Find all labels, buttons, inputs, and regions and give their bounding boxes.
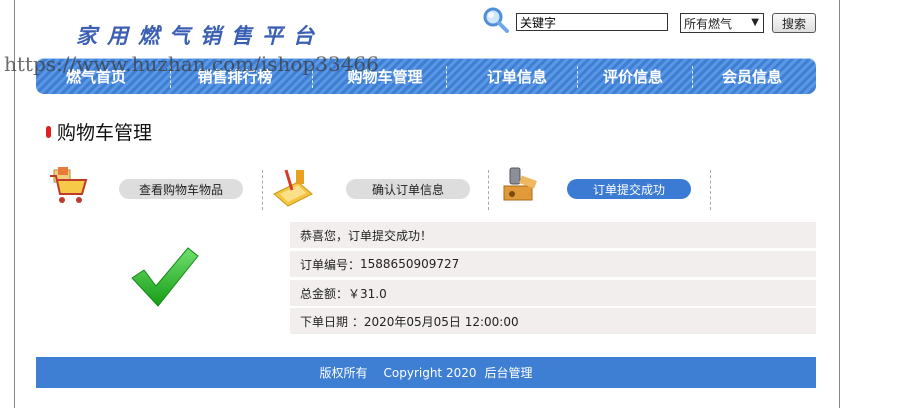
nav-item-cart[interactable]: 购物车管理	[330, 58, 440, 94]
order-total-value: ￥31.0	[348, 286, 387, 301]
category-select[interactable]: 所有燃气 ▼	[680, 13, 764, 33]
shopping-cart-icon	[50, 167, 88, 203]
tools-icon	[503, 167, 537, 201]
step-order-success[interactable]: 订单提交成功	[567, 179, 691, 199]
success-message-text: 恭喜您，订单提交成功！	[300, 228, 433, 243]
step-divider	[710, 170, 712, 210]
nav-item-home[interactable]: 燃气首页	[50, 58, 142, 94]
nav-item-ranking[interactable]: 销售排行榜	[180, 58, 290, 94]
nav-divider	[446, 66, 448, 88]
search-button[interactable]: 搜索	[772, 13, 816, 33]
search-input[interactable]	[516, 13, 668, 31]
nav-divider	[170, 66, 172, 88]
main-nav: 燃气首页 销售排行榜 购物车管理 订单信息 评价信息 会员信息	[36, 58, 816, 94]
order-date-value: 2020年05月05日 12:00:00	[363, 314, 519, 329]
nav-divider	[312, 66, 314, 88]
check-icon	[131, 247, 199, 307]
footer-copyright: Copyright 2020	[383, 365, 477, 380]
footer: 版权所有 Copyright 2020 后台管理	[36, 357, 816, 388]
footer-admin-link[interactable]: 后台管理	[485, 364, 533, 381]
page-heading: 购物车管理	[46, 118, 152, 145]
step-view-cart[interactable]: 查看购物车物品	[119, 179, 243, 199]
order-date-row: 下单日期 ： 2020年05月05日 12:00:00	[290, 308, 816, 334]
category-select-value: 所有燃气	[684, 16, 733, 31]
order-number-label: 订单编号：	[300, 257, 361, 272]
order-success-message: 恭喜您，订单提交成功！	[290, 222, 816, 248]
chevron-down-icon: ▼	[751, 17, 759, 28]
nav-item-members[interactable]: 会员信息	[706, 58, 798, 94]
calculator-icon	[273, 169, 313, 207]
step-divider	[262, 170, 264, 210]
site-title: 家用燃气销售平台	[76, 23, 324, 48]
order-number-value: 1588650909727	[360, 257, 460, 271]
nav-item-orders[interactable]: 订单信息	[472, 58, 562, 94]
order-total-row: 总金额： ￥31.0	[290, 280, 816, 306]
search-icon	[483, 7, 509, 33]
footer-rights: 版权所有	[319, 366, 368, 380]
heading-bullet-icon	[46, 125, 51, 138]
nav-item-reviews[interactable]: 评价信息	[588, 58, 678, 94]
step-divider	[488, 170, 490, 210]
order-total-label: 总金额：	[300, 286, 349, 301]
page-title: 购物车管理	[57, 122, 153, 144]
nav-divider	[577, 66, 579, 88]
order-number-row: 订单编号： 1588650909727	[290, 251, 816, 277]
step-confirm-order[interactable]: 确认订单信息	[346, 179, 470, 199]
nav-divider	[692, 66, 694, 88]
order-date-label: 下单日期 ：	[300, 314, 364, 329]
